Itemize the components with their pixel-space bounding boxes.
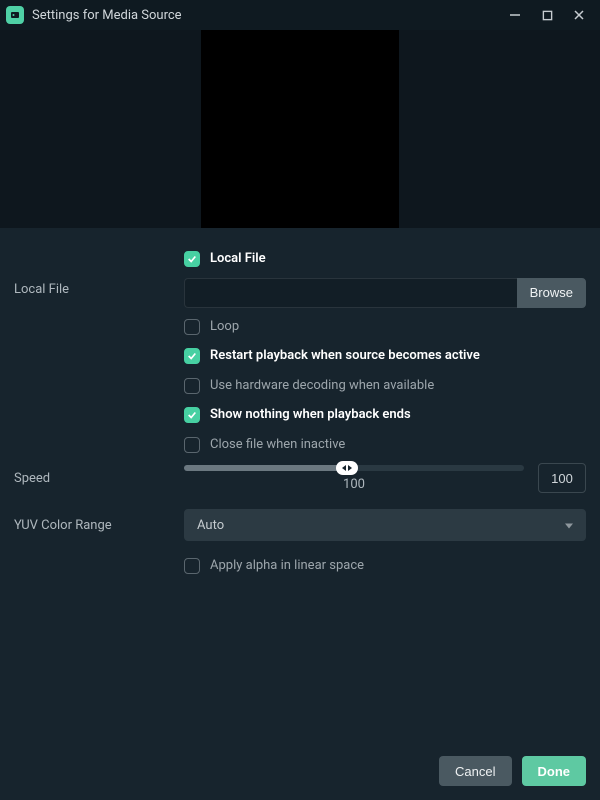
local-file-checkbox-row[interactable]: Local File [184,250,586,268]
media-preview [201,30,399,228]
close-inactive-checkbox-row[interactable]: Close file when inactive [184,436,586,454]
settings-form: Local File Local File Browse Loop [0,228,600,746]
local-file-input[interactable] [184,278,517,308]
checkbox-icon [184,251,200,267]
slider-thumb-icon[interactable] [336,461,358,475]
cancel-button[interactable]: Cancel [439,756,511,786]
preview-area [0,30,600,228]
minimize-icon[interactable] [506,6,524,24]
speed-input[interactable] [538,463,586,493]
footer: Cancel Done [0,746,600,800]
show-nothing-label: Show nothing when playback ends [210,406,411,424]
restart-on-active-label: Restart playback when source becomes act… [210,347,480,365]
close-inactive-label: Close file when inactive [210,436,345,454]
done-button[interactable]: Done [522,756,587,786]
maximize-icon[interactable] [538,6,556,24]
browse-button[interactable]: Browse [517,278,586,308]
close-icon[interactable] [570,6,588,24]
checkbox-icon [184,407,200,423]
speed-label: Speed [14,471,174,486]
local-file-checkbox-label: Local File [210,250,266,268]
hw-decode-label: Use hardware decoding when available [210,377,434,395]
speed-slider[interactable] [184,465,524,471]
yuv-label: YUV Color Range [14,518,174,533]
checkbox-icon [184,348,200,364]
speed-slider-value: 100 [343,477,365,492]
hw-decode-checkbox-row[interactable]: Use hardware decoding when available [184,377,586,395]
show-nothing-checkbox-row[interactable]: Show nothing when playback ends [184,406,586,424]
checkbox-icon [184,378,200,394]
slider-fill [184,465,347,471]
window-title: Settings for Media Source [32,8,498,23]
loop-label: Loop [210,318,239,336]
titlebar: Settings for Media Source [0,0,600,30]
local-file-label: Local File [14,278,174,297]
checkbox-icon [184,319,200,335]
restart-on-active-checkbox-row[interactable]: Restart playback when source becomes act… [184,347,586,365]
checkbox-icon [184,558,200,574]
loop-checkbox-row[interactable]: Loop [184,318,586,336]
apply-alpha-checkbox-row[interactable]: Apply alpha in linear space [184,557,586,575]
app-icon [6,6,24,24]
apply-alpha-label: Apply alpha in linear space [210,557,364,575]
window-controls [506,6,594,24]
yuv-select-value: Auto [197,518,224,533]
yuv-color-range-select[interactable]: Auto [184,509,586,541]
checkbox-icon [184,437,200,453]
